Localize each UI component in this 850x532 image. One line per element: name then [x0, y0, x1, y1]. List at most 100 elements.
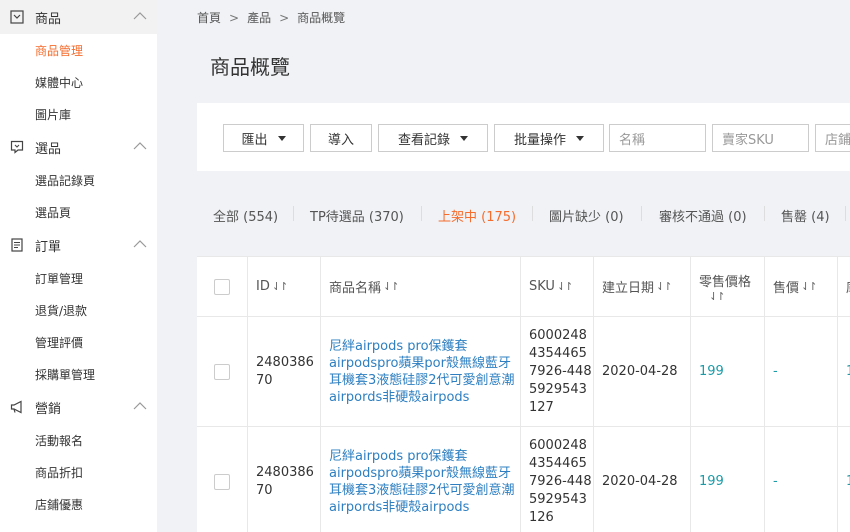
- breadcrumb-current: 商品概覽: [297, 11, 346, 25]
- chevron-up-icon[interactable]: [133, 141, 147, 151]
- header-created-label: 建立日期: [602, 281, 655, 296]
- row-select-cell: [197, 427, 248, 532]
- sku-search-input[interactable]: 賣家SKU: [712, 124, 809, 152]
- header-extra[interactable]: 庫存: [838, 257, 850, 316]
- caret-down-icon: [576, 135, 584, 141]
- sort-icon[interactable]: ⇃↾: [801, 280, 818, 293]
- chevron-up-icon[interactable]: [133, 401, 147, 411]
- sidebar-group-label: 商品: [35, 11, 62, 27]
- tab-divider: [641, 206, 642, 221]
- store-search-input[interactable]: 店鋪: [815, 124, 850, 152]
- batch-operation-dropdown[interactable]: 批量操作: [494, 124, 604, 152]
- sidebar-item-returns-refunds[interactable]: 退貨/退款: [0, 294, 157, 326]
- sidebar-item-order-management[interactable]: 訂單管理: [0, 262, 157, 294]
- select-all-checkbox[interactable]: [214, 278, 230, 295]
- cell-extra: 1: [838, 427, 850, 532]
- header-extra-label: 庫存: [846, 277, 850, 296]
- tab-divider: [845, 206, 846, 221]
- export-label: 匯出: [241, 132, 268, 148]
- cell-name: 尼絆airpods pro保鑊套airpodspro蘋果por殼無線藍牙耳機套3…: [321, 317, 521, 426]
- toolbar: 匯出 導入 查看記錄 批量操作 名稱 賣家SKU 店鋪: [197, 103, 850, 171]
- tab-divider: [421, 206, 422, 221]
- product-name-link[interactable]: 尼絆airpods pro保鑊套airpodspro蘋果por殼無線藍牙耳機套3…: [329, 338, 520, 406]
- chevron-up-icon[interactable]: [133, 11, 147, 21]
- table-row: 248038670 尼絆airpods pro保鑊套airpodspro蘋果po…: [197, 317, 850, 427]
- megaphone-icon: [10, 400, 24, 414]
- sidebar-item-purchase-orders[interactable]: 採購單管理: [0, 358, 157, 390]
- batch-label: 批量操作: [513, 132, 566, 148]
- row-checkbox[interactable]: [214, 363, 230, 380]
- sidebar-item-selection-page[interactable]: 選品頁: [0, 196, 157, 228]
- sidebar-group-selection[interactable]: 選品: [0, 130, 157, 164]
- header-name[interactable]: 商品名稱 ⇃↾: [321, 257, 521, 316]
- header-retail-label: 零售價格: [699, 274, 752, 290]
- main-content: 首頁 > 產品 > 商品概覽 商品概覽 匯出 導入 查看記錄 批量操作 名稱 賣家SKU…: [157, 0, 850, 532]
- sidebar-item-product-discount[interactable]: 商品折扣: [0, 456, 157, 488]
- sidebar-item-image-library[interactable]: 圖片庫: [0, 98, 157, 130]
- status-tabs: 全部 (554) TP待選品 (370) 上架中 (175) 圖片缺少 (0) …: [197, 198, 850, 230]
- sidebar-item-campaign-signup[interactable]: 活動報名: [0, 424, 157, 456]
- cell-created: 2020-04-28: [594, 427, 691, 532]
- tab-missing-images[interactable]: 圖片缺少 (0): [549, 206, 624, 225]
- tab-rejected[interactable]: 審核不通過 (0): [659, 206, 747, 225]
- sidebar-item-media-center[interactable]: 媒體中心: [0, 66, 157, 98]
- sort-icon[interactable]: ⇃↾: [557, 280, 574, 293]
- sidebar-item-product-management[interactable]: 商品管理: [0, 34, 157, 66]
- tab-all[interactable]: 全部 (554): [213, 206, 278, 225]
- cell-extra: 1: [838, 317, 850, 426]
- export-dropdown[interactable]: 匯出: [223, 124, 304, 152]
- sort-icon[interactable]: ⇃↾: [272, 280, 289, 293]
- sort-icon[interactable]: ⇃↾: [709, 290, 726, 303]
- sidebar-group-marketing[interactable]: 營銷: [0, 390, 157, 424]
- header-retail-price[interactable]: 零售價格 ⇃↾: [691, 257, 765, 316]
- header-name-label: 商品名稱: [329, 281, 382, 296]
- cell-name: 尼絆airpods pro保鑊套airpodspro蘋果por殼無線藍牙耳機套3…: [321, 427, 521, 532]
- breadcrumb: 首頁 > 產品 > 商品概覽: [197, 9, 345, 26]
- sidebar-group-label: 選品: [35, 141, 62, 157]
- table-header-row: ID⇃↾ 商品名稱⇃↾ SKU⇃↾ 建立日期⇃↾ 零售價格 ⇃↾ 售價⇃↾ 庫存: [197, 257, 850, 317]
- header-sale-price[interactable]: 售價 ⇃↾: [765, 257, 838, 316]
- name-search-input[interactable]: 名稱: [609, 124, 706, 152]
- import-button[interactable]: 導入: [310, 124, 372, 152]
- cell-id: 248038670: [248, 317, 321, 426]
- breadcrumb-separator: >: [279, 11, 290, 25]
- product-table: ID⇃↾ 商品名稱⇃↾ SKU⇃↾ 建立日期⇃↾ 零售價格 ⇃↾ 售價⇃↾ 庫存: [197, 256, 850, 532]
- tab-sold-out[interactable]: 售罄 (4): [781, 206, 830, 225]
- name-placeholder: 名稱: [619, 132, 646, 148]
- import-label: 導入: [327, 132, 354, 148]
- header-created[interactable]: 建立日期 ⇃↾: [594, 257, 691, 316]
- row-checkbox[interactable]: [214, 473, 230, 490]
- sidebar-group-label: 營銷: [35, 401, 62, 417]
- chevron-up-icon[interactable]: [133, 239, 147, 249]
- chat-heart-icon: [10, 140, 24, 154]
- page-title: 商品概覽: [210, 55, 290, 79]
- tab-tp-pending[interactable]: TP待選品 (370): [310, 206, 404, 225]
- cell-id: 248038670: [248, 427, 321, 532]
- tab-listed[interactable]: 上架中 (175): [438, 206, 516, 225]
- cell-created: 2020-04-28: [594, 317, 691, 426]
- sidebar-group-label: 訂單: [35, 239, 62, 255]
- document-icon: [10, 238, 24, 252]
- select-all-cell: [197, 257, 248, 316]
- product-name-link[interactable]: 尼絆airpods pro保鑊套airpodspro蘋果por殼無線藍牙耳機套3…: [329, 448, 520, 516]
- sort-icon[interactable]: ⇃↾: [656, 280, 673, 293]
- breadcrumb-home[interactable]: 首頁: [197, 11, 221, 25]
- sidebar-group-orders[interactable]: 訂單: [0, 228, 157, 262]
- header-sku[interactable]: SKU ⇃↾: [521, 257, 594, 316]
- cell-sku: 600024843544657926-4485929543127: [521, 317, 594, 426]
- sidebar-group-products[interactable]: 商品: [0, 0, 157, 34]
- cell-retail-price: 199: [691, 317, 765, 426]
- history-dropdown[interactable]: 查看記錄: [378, 124, 488, 152]
- tab-divider: [764, 206, 765, 221]
- sidebar-item-reviews[interactable]: 管理評價: [0, 326, 157, 358]
- sidebar-item-selection-records[interactable]: 選品記錄頁: [0, 164, 157, 196]
- cell-sale-price: -: [765, 317, 838, 426]
- cell-sku: 600024843544657926-4485929543126: [521, 427, 594, 532]
- sidebar-item-store-coupons[interactable]: 店鋪優惠: [0, 488, 157, 520]
- sort-icon[interactable]: ⇃↾: [383, 280, 400, 293]
- sidebar: 商品 商品管理 媒體中心 圖片庫 選品 選品記錄頁 選品頁 訂單 訂單管理 退貨…: [0, 0, 157, 532]
- cell-sale-price: -: [765, 427, 838, 532]
- header-id[interactable]: ID ⇃↾: [248, 257, 321, 316]
- history-label: 查看記錄: [397, 132, 450, 148]
- breadcrumb-products[interactable]: 產品: [247, 11, 271, 25]
